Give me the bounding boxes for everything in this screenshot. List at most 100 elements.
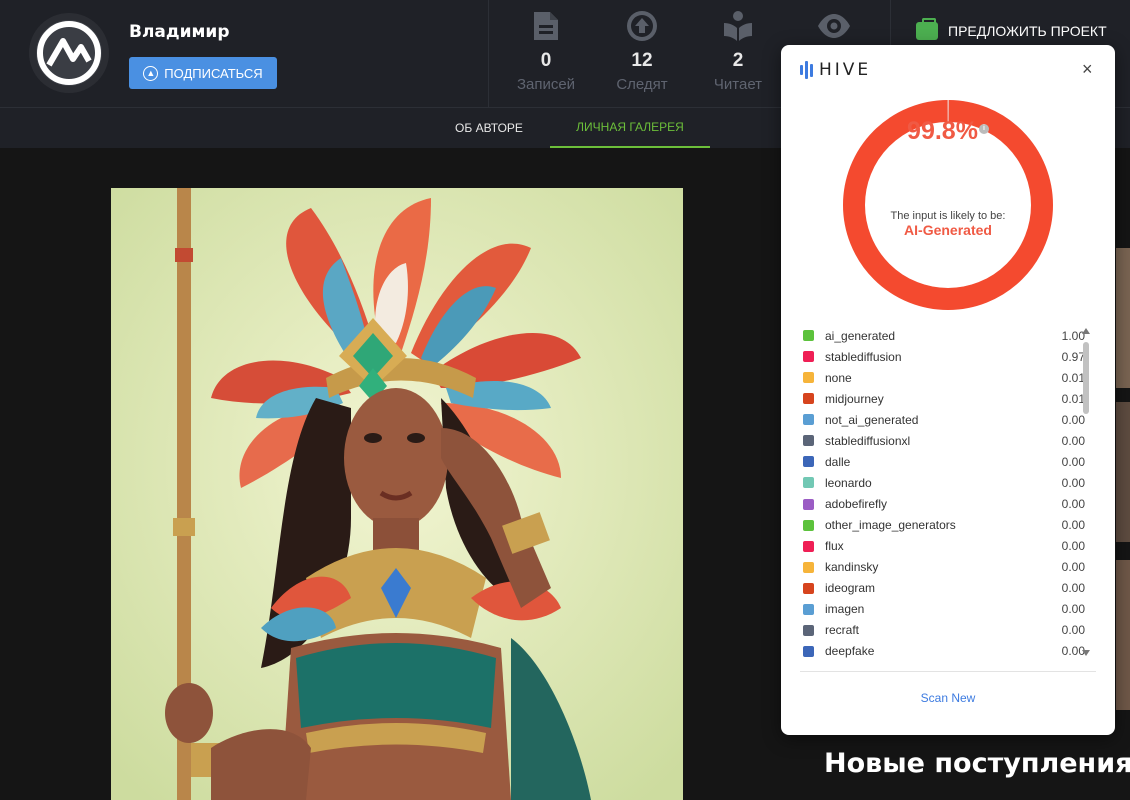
stat-followers-value: 12 — [631, 50, 653, 71]
likely-text: The input is likely to be: — [890, 210, 1006, 222]
propose-project-label: ПРЕДЛОЖИТЬ ПРОЕКТ — [948, 23, 1107, 39]
reader-icon — [724, 11, 752, 41]
color-swatch — [803, 624, 814, 636]
class-name: stablediffusionxl — [825, 433, 911, 448]
class-name: dalle — [825, 454, 851, 469]
color-swatch — [803, 372, 814, 384]
class-score: 0.00 — [1061, 454, 1085, 469]
color-swatch — [803, 435, 814, 447]
class-row-recraft: recraft 0.00 — [803, 620, 1085, 641]
subscribe-button[interactable]: ▲ ПОДПИСАТЬСЯ — [129, 57, 277, 89]
class-name: deepfake — [825, 644, 875, 659]
close-icon[interactable]: × — [1082, 59, 1093, 79]
eye-icon — [818, 14, 850, 38]
class-score: 0.00 — [1061, 602, 1085, 617]
class-row-midjourney: midjourney 0.01 — [803, 388, 1085, 409]
stat-following[interactable]: 2 Читает — [688, 10, 788, 93]
color-swatch — [803, 582, 814, 594]
tab-about-author[interactable]: ОБ АВТОРЕ — [430, 108, 548, 148]
class-name: none — [825, 370, 852, 385]
score-percentage: 99.8% i — [781, 117, 1115, 146]
class-score: 0.97 — [1061, 349, 1085, 364]
hive-detection-panel: HIVE × 99.8% i The input is likely to be:… — [781, 45, 1115, 735]
color-swatch — [803, 456, 814, 468]
class-row-ideogram: ideogram 0.00 — [803, 578, 1085, 599]
class-row-ai-generated: ai_generated 1.00 — [803, 325, 1085, 346]
stat-posts[interactable]: 0 Записей — [496, 10, 596, 93]
color-swatch — [803, 540, 814, 552]
class-name: other_image_generators — [825, 518, 956, 533]
divider — [488, 0, 489, 108]
color-swatch — [803, 477, 814, 489]
tab-personal-gallery[interactable]: ЛИЧНАЯ ГАЛЕРЕЯ — [550, 108, 710, 148]
color-swatch — [803, 498, 814, 510]
subscribe-label: ПОДПИСАТЬСЯ — [164, 65, 263, 81]
color-swatch — [803, 519, 814, 531]
class-name: ai_generated — [825, 328, 896, 343]
class-score: 0.01 — [1061, 370, 1085, 385]
thumbnail[interactable] — [1116, 402, 1130, 542]
avatar-logo-icon — [29, 13, 109, 93]
class-score: 0.00 — [1061, 475, 1085, 490]
hive-bars-icon — [800, 61, 813, 79]
class-score: 0.00 — [1061, 518, 1085, 533]
arrow-up-circle-icon — [627, 11, 657, 41]
class-row-imagen: imagen 0.00 — [803, 599, 1085, 620]
class-score: 0.00 — [1061, 644, 1085, 659]
class-row-stablediffusion: stablediffusion 0.97 — [803, 346, 1085, 367]
class-name: not_ai_generated — [825, 412, 919, 427]
score-percentage-value: 99.8% — [907, 117, 978, 145]
stat-following-value: 2 — [732, 50, 744, 71]
color-swatch — [803, 351, 814, 363]
stat-posts-label: Записей — [516, 76, 576, 93]
scroll-down-arrow-icon[interactable] — [1082, 650, 1090, 656]
class-row-flux: flux 0.00 — [803, 536, 1085, 557]
avatar[interactable] — [29, 13, 109, 93]
class-name: ideogram — [825, 581, 876, 596]
color-swatch — [803, 603, 814, 615]
thumbnail[interactable] — [1116, 560, 1130, 710]
info-icon[interactable]: i — [978, 124, 989, 134]
class-name: flux — [825, 539, 844, 554]
gallery-image[interactable] — [111, 188, 683, 800]
class-name: kandinsky — [825, 560, 879, 575]
class-row-other-image-generators: other_image_generators 0.00 — [803, 515, 1085, 536]
class-name: recraft — [825, 623, 860, 638]
stat-followers[interactable]: 12 Следят — [592, 10, 692, 93]
class-row-deepfake: deepfake 0.00 — [803, 641, 1085, 662]
verdict-label: AI-Generated — [904, 222, 992, 238]
scan-new-link[interactable]: Scan New — [781, 691, 1115, 705]
class-score: 0.00 — [1061, 539, 1085, 554]
class-row-leonardo: leonardo 0.00 — [803, 472, 1085, 493]
arrow-up-circle-icon: ▲ — [143, 65, 159, 81]
class-score: 0.00 — [1061, 412, 1085, 427]
class-score: 1.00 — [1061, 328, 1085, 343]
class-row-adobefirefly: adobefirefly 0.00 — [803, 494, 1085, 515]
class-row-kandinsky: kandinsky 0.00 — [803, 557, 1085, 578]
class-row-dalle: dalle 0.00 — [803, 451, 1085, 472]
hive-brand: HIVE — [819, 60, 872, 80]
username[interactable]: Владимир — [129, 22, 230, 42]
color-swatch — [803, 414, 814, 426]
stat-following-label: Читает — [713, 76, 763, 93]
class-score: 0.00 — [1061, 623, 1085, 638]
class-name: adobefirefly — [825, 497, 888, 512]
class-score: 0.00 — [1061, 497, 1085, 512]
class-score: 0.01 — [1061, 391, 1085, 406]
class-row-not-ai-generated: not_ai_generated 0.00 — [803, 409, 1085, 430]
list-scrollbar[interactable] — [1082, 328, 1090, 658]
class-score: 0.00 — [1061, 433, 1085, 448]
hive-logo: HIVE — [800, 60, 871, 80]
stat-views[interactable] — [784, 10, 884, 50]
scroll-up-arrow-icon[interactable] — [1082, 328, 1090, 334]
thumbnail[interactable] — [1116, 248, 1130, 388]
propose-project-button[interactable]: ПРЕДЛОЖИТЬ ПРОЕКТ — [916, 18, 1107, 40]
document-icon — [534, 12, 558, 40]
class-name: midjourney — [825, 391, 884, 406]
class-score: 0.00 — [1061, 560, 1085, 575]
artwork-illustration — [111, 188, 683, 800]
scrollbar-thumb[interactable] — [1083, 342, 1089, 414]
color-swatch — [803, 330, 814, 342]
class-name: stablediffusion — [825, 349, 902, 364]
class-score-list: ai_generated 1.00 stablediffusion 0.97 none 0… — [803, 325, 1085, 662]
